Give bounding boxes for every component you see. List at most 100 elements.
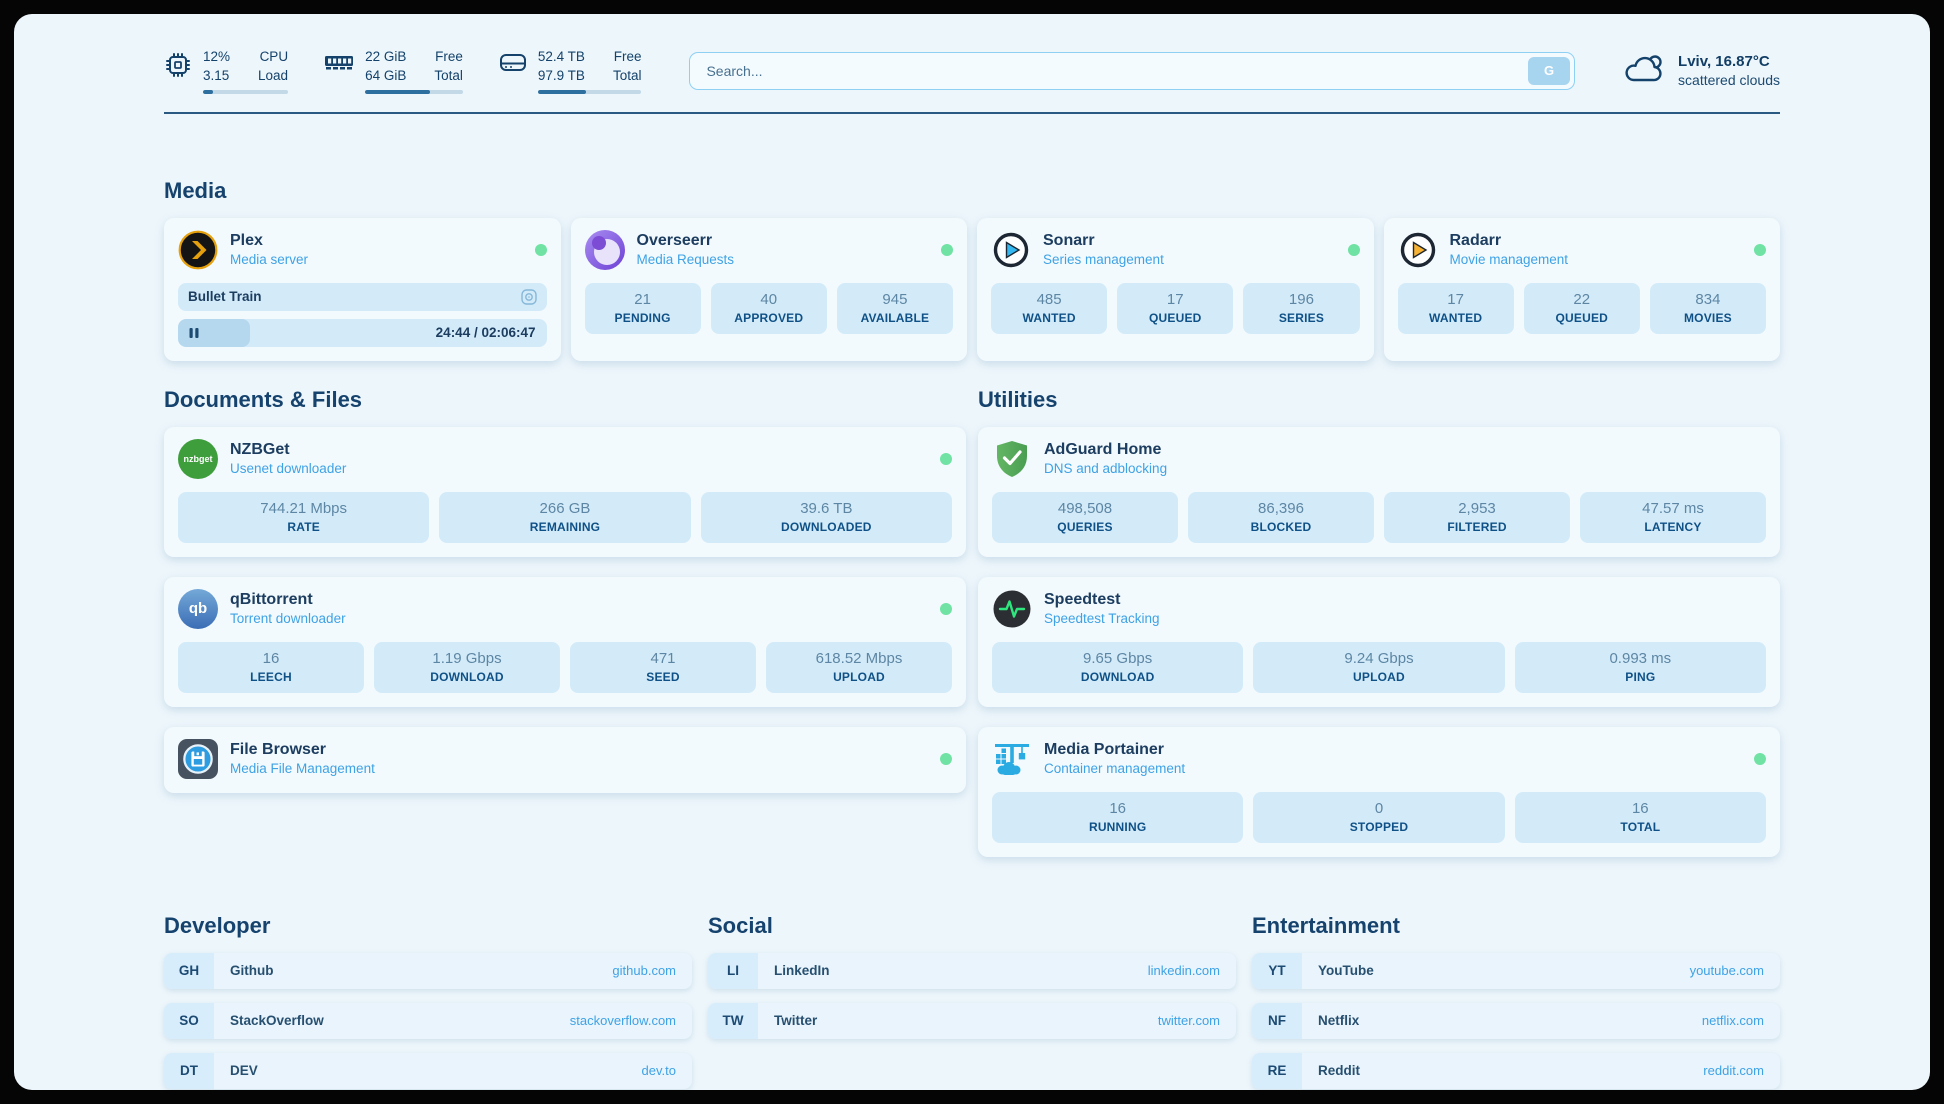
stat-tile: 17 QUEUED [1117,283,1233,334]
stat-label: BLOCKED [1192,520,1370,534]
service-card-qbittorrent[interactable]: qb qBittorrent Torrent downloader 16 LEE… [164,577,966,707]
service-description: Usenet downloader [230,461,346,476]
portainer-icon [992,739,1032,779]
status-dot [535,244,547,256]
stat-tile: 945 AVAILABLE [837,283,953,334]
stat-label: UPLOAD [770,670,948,684]
service-description: DNS and adblocking [1044,461,1167,476]
cpu-label: CPU [258,48,288,67]
service-card-filebrowser[interactable]: File Browser Media File Management [164,727,966,793]
resource-widgets: 12% CPU 3.15 Load [164,48,641,94]
stat-tile: 47.57 ms LATENCY [1580,492,1766,543]
service-description: Media Requests [637,252,735,267]
bookmark-row-stackoverflow[interactable]: SO StackOverflow stackoverflow.com [164,1003,692,1039]
stat-value: 21 [589,291,697,308]
cpu-icon [164,51,192,84]
bookmark-row-github[interactable]: GH Github github.com [164,953,692,989]
stat-tile: 0 STOPPED [1253,792,1504,843]
bookmark-abbr: SO [164,1003,214,1039]
stat-tile: 196 SERIES [1243,283,1359,334]
stat-value: 266 GB [443,500,686,517]
stat-value: 471 [574,650,752,667]
stat-label: DOWNLOADED [705,520,948,534]
bookmark-abbr: YT [1252,953,1302,989]
bookmark-row-youtube[interactable]: YT YouTube youtube.com [1252,953,1780,989]
bookmark-row-reddit[interactable]: RE Reddit reddit.com [1252,1053,1780,1089]
memory-progress-fill [365,90,430,94]
search-input[interactable] [689,52,1575,90]
service-card-speedtest[interactable]: Speedtest Speedtest Tracking 9.65 Gbps D… [978,577,1780,707]
stat-label: QUEUED [1528,311,1636,325]
bookmark-url: dev.to [642,1063,676,1078]
stat-value: 16 [182,650,360,667]
dashboard-page: 12% CPU 3.15 Load [14,14,1930,1090]
service-name: File Browser [230,741,375,759]
cpu-progress-fill [203,90,213,94]
service-card-plex[interactable]: Plex Media server Bullet Train [164,218,561,361]
stat-label: MOVIES [1654,311,1762,325]
service-description: Torrent downloader [230,611,346,626]
stat-label: LATENCY [1584,520,1762,534]
stat-label: WANTED [1402,311,1510,325]
memory-total-value: 64 GiB [365,67,406,86]
stat-value: 22 [1528,291,1636,308]
bookmark-row-linkedin[interactable]: LI LinkedIn linkedin.com [708,953,1236,989]
service-description: Container management [1044,761,1185,776]
memory-total-label: Total [434,67,463,86]
status-dot [1348,244,1360,256]
stat-label: LEECH [182,670,360,684]
stat-label: TOTAL [1519,820,1762,834]
stat-value: 744.21 Mbps [182,500,425,517]
stat-value: 17 [1121,291,1229,308]
bookmark-abbr: GH [164,953,214,989]
bookmark-row-twitter[interactable]: TW Twitter twitter.com [708,1003,1236,1039]
stat-value: 1.19 Gbps [378,650,556,667]
cpu-usage-value: 12% [203,48,230,67]
search-provider-button[interactable]: G [1528,57,1570,85]
section-title-developer: Developer [164,913,692,939]
bookmark-abbr: RE [1252,1053,1302,1089]
bookmark-row-dev[interactable]: DT DEV dev.to [164,1053,692,1089]
stat-tile: 9.24 Gbps UPLOAD [1253,642,1504,693]
section-title-media: Media [164,178,1780,204]
bookmark-url: reddit.com [1703,1063,1764,1078]
stat-tile: 498,508 QUERIES [992,492,1178,543]
stat-value: 40 [715,291,823,308]
service-card-radarr[interactable]: Radarr Movie management 17 WANTED 22 QUE… [1384,218,1781,361]
stat-value: 86,396 [1192,500,1370,517]
stat-value: 945 [841,291,949,308]
service-card-nzbget[interactable]: nzbget NZBGet Usenet downloader 744.21 M… [164,427,966,557]
stat-label: PENDING [589,311,697,325]
stat-label: SERIES [1247,311,1355,325]
qbittorrent-icon: qb [178,589,218,629]
stat-tile: 17 WANTED [1398,283,1514,334]
service-card-adguard[interactable]: AdGuard Home DNS and adblocking 498,508 … [978,427,1780,557]
service-card-portainer[interactable]: Media Portainer Container management 16 … [978,727,1780,857]
memory-widget: 22 GiB Free 64 GiB Total [324,48,463,94]
bookmark-row-netflix[interactable]: NF Netflix netflix.com [1252,1003,1780,1039]
view-details-icon[interactable] [521,289,537,305]
stat-tile: 16 RUNNING [992,792,1243,843]
section-documents: Documents & Files nzbget NZBGet Usenet d… [164,387,966,793]
stat-label: APPROVED [715,311,823,325]
stat-value: 16 [1519,800,1762,817]
stat-label: UPLOAD [1257,670,1500,684]
service-description: Media server [230,252,308,267]
stat-label: QUERIES [996,520,1174,534]
service-name: Plex [230,232,308,250]
stat-label: QUEUED [1121,311,1229,325]
section-title-social: Social [708,913,1236,939]
stat-label: RATE [182,520,425,534]
bookmark-url: youtube.com [1690,963,1764,978]
pause-icon[interactable] [188,327,200,339]
service-name: NZBGet [230,441,346,459]
info-bar: 12% CPU 3.15 Load [164,48,1780,94]
weather-widget: Lviv, 16.87°C scattered clouds [1623,52,1780,89]
plex-icon [178,230,218,270]
service-name: Sonarr [1043,232,1164,250]
disk-free-value: 52.4 TB [538,48,585,67]
service-card-sonarr[interactable]: Sonarr Series management 485 WANTED 17 Q… [977,218,1374,361]
bookmark-url: twitter.com [1158,1013,1220,1028]
adguard-icon [992,439,1032,479]
service-card-overseerr[interactable]: Overseerr Media Requests 21 PENDING 40 A… [571,218,968,361]
